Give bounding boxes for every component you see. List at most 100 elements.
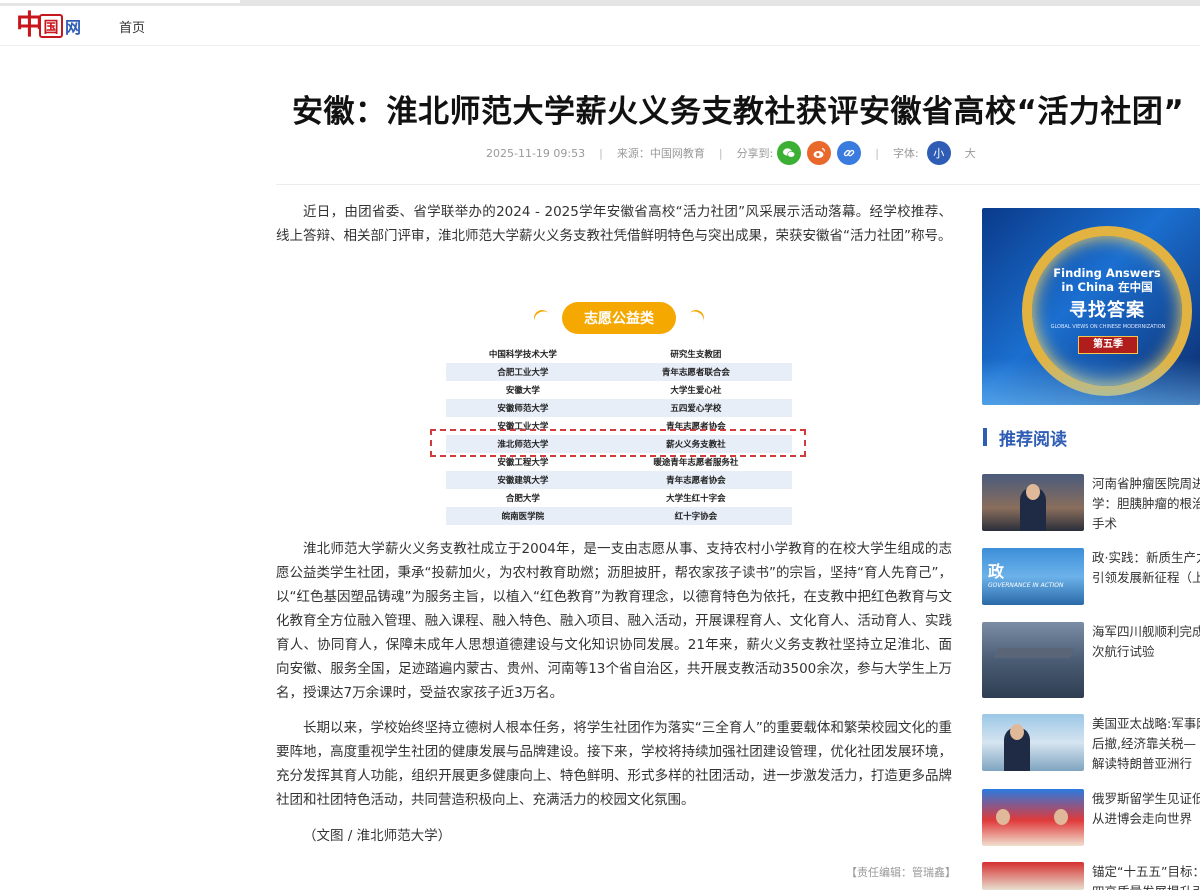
recommend-text[interactable]: 海军四川舰顺利完成 次航行试验 [1092,622,1200,662]
article-paragraph: 淮北师范大学薪火义务支教社成立于2004年，是一支由志愿从事、支持农村小学教育的… [276,541,952,701]
recommend-line: 河南省肿瘤医院周进 [1092,476,1200,491]
meta-separator: | [599,146,603,160]
figure-row: 安徽建筑大学 青年志愿者协会 [446,471,792,489]
share-weibo-button[interactable] [807,141,832,165]
recommend-line: 锚定“十五五”目标： [1092,864,1200,879]
banner-title-en: Finding Answers in China 在中国 [1052,266,1162,294]
site-header: 中 国 网 首页 [0,6,1200,46]
share-link-button[interactable] [837,141,862,165]
recommend-thumbnail[interactable] [982,789,1084,846]
recommend-header: 推荐阅读 [983,426,1067,450]
weibo-icon [813,147,826,158]
title-divider [276,184,1200,185]
figure-cell-club: 青年志愿者协会 [599,471,792,489]
article-paragraph: （文图 / 淮北师范大学） [303,828,452,844]
recommend-line: 后撤,经济靠关税— [1092,736,1196,751]
recommend-text[interactable]: 政·实践：新质生产力 引领发展新征程（上 [1092,548,1200,588]
recommend-text[interactable]: 美国亚太战略:军事网 后撤,经济靠关税— 解读特朗普亚洲行 [1092,714,1200,774]
figure-cell-club: 五四爱心学校 [599,399,792,417]
recommend-line: 政·实践：新质生产力 [1092,550,1200,565]
font-label: 字体: [893,147,919,160]
thumb-head [1026,484,1040,500]
recommend-line: 美国亚太战略:军事网 [1092,716,1200,731]
browser-tab[interactable] [0,0,240,3]
recommend-bar [983,428,987,446]
recommend-line: 解读特朗普亚洲行 [1092,756,1193,771]
figure-cell-club: 大学生爱心社 [599,381,792,399]
logo-wang: 网 [65,18,82,37]
banner-en-extra: 在中国 [1118,280,1153,294]
share-label: 分享到: [736,147,774,160]
banner-subtitle: GLOBAL VIEWS ON CHINESE MODERNIZATION [1050,324,1166,330]
recommend-title: 推荐阅读 [999,429,1067,450]
recommend-item[interactable]: 锚定“十五五”目标： 四高质量发展提升引 [982,862,1200,890]
thumb-goa-text: GOVERNANCE IN ACTION [988,582,1064,589]
recommend-line: 次航行试验 [1092,644,1155,659]
share-wechat-button[interactable] [777,141,802,165]
responsible-editor: 【责任编辑：管瑞鑫】 [846,866,956,879]
article-paragraph: 近日，由团省委、省学联举办的2024 - 2025学年安徽省高校“活力社团”风采… [276,204,952,244]
figure-cell-school: 安徽师范大学 [446,399,600,417]
recommend-text[interactable]: 锚定“十五五”目标： 四高质量发展提升引 [1092,862,1200,890]
wechat-icon [783,148,796,158]
recommend-item[interactable]: 俄罗斯留学生见证低 从进博会走向世界 [982,789,1200,849]
recommend-thumbnail[interactable] [982,474,1084,531]
recommend-line: 引领发展新征程（上 [1092,570,1200,585]
figure-deco-right [685,307,707,329]
recommend-line: 海军四川舰顺利完成 [1092,624,1200,639]
recommend-item[interactable]: 河南省肿瘤医院周进 学：胆胰肿瘤的根治 手术 [982,474,1200,534]
recommend-text[interactable]: 河南省肿瘤医院周进 学：胆胰肿瘤的根治 手术 [1092,474,1200,534]
figure-cell-club: 研究生支教团 [599,345,792,363]
thumb-ship [994,648,1074,658]
article-paragraph: 长期以来，学校始终坚持立德树人根本任务，将学生社团作为落实“三全育人”的重要载体… [276,720,952,808]
recommend-item[interactable]: 美国亚太战略:军事网 后撤,经济靠关税— 解读特朗普亚洲行 [982,714,1200,774]
article-figure: 志愿公益类 中国科学技术大学 研究生支教团 合肥工业大学 青年志愿者联合会 安徽大学… [430,296,806,528]
figure-cell-school: 皖南医学院 [446,507,600,525]
recommend-item[interactable]: 政 GOVERNANCE IN ACTION 政·实践：新质生产力 引领发展新征… [982,548,1200,608]
thumb-head [1054,809,1068,825]
thumb-head [996,809,1010,825]
meta-separator: | [718,146,723,160]
nav-home-link[interactable]: 首页 [119,17,145,36]
recommend-line: 四高质量发展提升引 [1092,882,1200,890]
site-logo[interactable]: 中 国 网 [16,10,81,42]
thumb-zheng-text: 政 [988,562,1005,581]
figure-row: 安徽师范大学 五四爱心学校 [446,399,792,417]
publish-datetime: 2025-11-19 09:53 [486,146,586,160]
figure-row: 中国科学技术大学 研究生支教团 [446,345,792,363]
sidebar-banner-ad[interactable]: Finding Answers in China 在中国 寻找答案 GLOBAL… [982,208,1200,405]
recommend-thumbnail[interactable]: 政 GOVERNANCE IN ACTION [982,548,1084,605]
figure-cell-school: 合肥工业大学 [446,363,600,381]
recommend-line: 手术 [1092,516,1118,531]
font-large-button[interactable]: 大 [965,145,976,161]
figure-row: 皖南医学院 红十字协会 [446,507,792,525]
font-small-button[interactable]: 小 [926,141,951,165]
figure-title-badge: 志愿公益类 [531,300,707,334]
recommend-line: 学：胆胰肿瘤的根治 [1092,496,1200,511]
figure-deco-left [531,307,553,329]
recommend-text[interactable]: 俄罗斯留学生见证低 从进博会走向世界 [1092,789,1200,829]
figure-cell-school: 合肥大学 [446,489,600,507]
banner-title-cn: 寻找答案 [1069,300,1145,321]
banner-season-badge: 第五季 [1078,336,1138,354]
recommend-line: 从进博会走向世界 [1092,811,1193,826]
thumb-head [1010,724,1024,740]
figure-row: 合肥工业大学 青年志愿者联合会 [446,363,792,381]
figure-cell-club: 红十字协会 [599,507,792,525]
recommend-thumbnail[interactable] [982,862,1084,890]
link-icon [844,149,855,157]
recommend-thumbnail[interactable] [982,622,1084,698]
article-source: 来源：中国网教育 [616,147,705,160]
recommend-thumbnail[interactable] [982,714,1084,771]
figure-row: 合肥大学 大学生红十字会 [446,489,792,507]
figure-cell-school: 安徽大学 [446,381,600,399]
article-meta: 2025-11-19 09:53 | 来源：中国网教育 | 分享到: | 字体:… [486,141,976,165]
figure-cell-school: 安徽建筑大学 [446,471,600,489]
figure-cell-club: 大学生红十字会 [599,489,792,507]
logo-guo: 国 [39,14,63,38]
recommend-item[interactable]: 海军四川舰顺利完成 次航行试验 [982,622,1200,698]
banner-glow [982,358,1200,405]
logo-zhong: 中 [16,10,43,41]
recommend-line: 俄罗斯留学生见证低 [1092,791,1200,806]
figure-cell-club: 青年志愿者联合会 [599,363,792,381]
